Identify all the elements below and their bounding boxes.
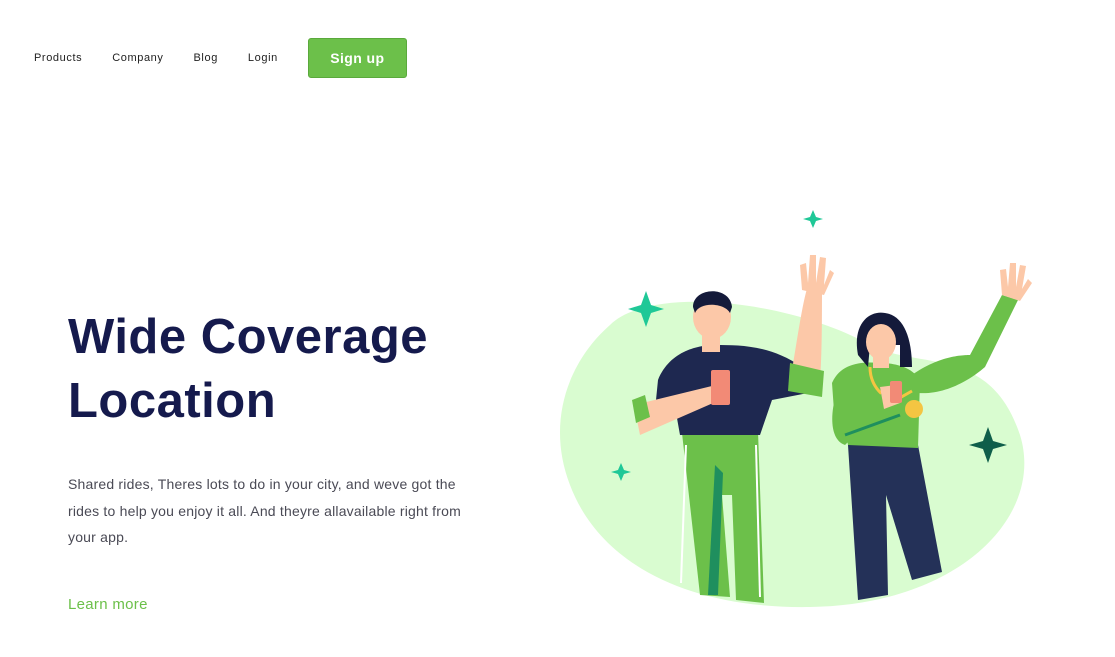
top-nav: Products Company Blog Login Sign up xyxy=(34,38,437,78)
hero-illustration xyxy=(559,210,1032,608)
learn-more-link[interactable]: Learn more xyxy=(68,596,148,613)
nav-products-link[interactable]: Products xyxy=(34,52,82,64)
nav-login-link[interactable]: Login xyxy=(248,52,278,64)
hero-title-line1: Wide Coverage xyxy=(68,310,429,364)
background-blob xyxy=(559,301,1025,608)
hero-description: Shared rides, Theres lots to do in your … xyxy=(68,476,461,545)
hero-title: Wide Coverage Location xyxy=(68,305,428,433)
nav-blog-link[interactable]: Blog xyxy=(194,52,218,64)
hero-title-line2: Location xyxy=(68,374,277,428)
signup-button[interactable]: Sign up xyxy=(307,38,407,78)
nav-company-link[interactable]: Company xyxy=(112,52,163,64)
